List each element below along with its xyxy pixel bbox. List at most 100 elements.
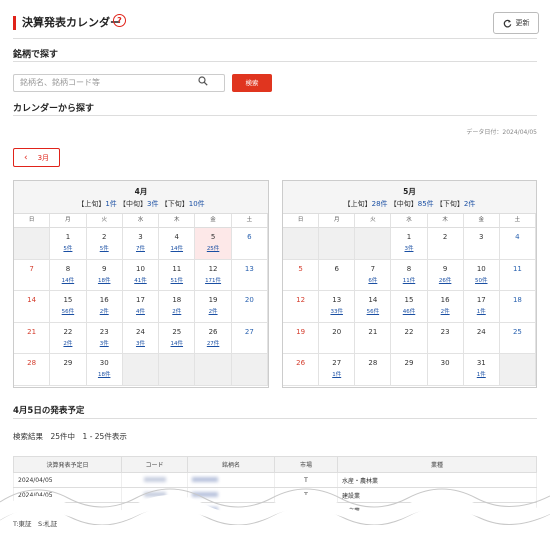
search-heading: 銘柄で探す xyxy=(13,50,59,60)
calendar-day: 23 xyxy=(427,322,464,354)
period-count-link[interactable]: 3件 xyxy=(147,200,158,208)
weekday-header: 火 xyxy=(86,214,123,228)
search-button[interactable]: 検索 xyxy=(232,74,272,92)
calendar-day: 11 51件 xyxy=(159,259,196,291)
divider xyxy=(13,61,537,62)
calendar-day: 22 xyxy=(391,322,428,354)
calendar-day: 28 xyxy=(14,354,51,386)
announcement-count-link[interactable]: 51件 xyxy=(159,276,194,284)
announcement-count-link[interactable]: 2件 xyxy=(195,307,230,315)
calendar-day: 4 xyxy=(499,228,536,260)
day-number: 9 xyxy=(101,264,107,273)
day-number: 11 xyxy=(172,264,182,273)
announcement-count-link[interactable]: 1件 xyxy=(319,370,354,378)
period-summary: 【上旬】1件 【中旬】3件 【下旬】10件 xyxy=(14,199,268,209)
day-number: 28 xyxy=(27,359,37,367)
announcement-count-link[interactable]: 56件 xyxy=(50,307,85,315)
day-number: 30 xyxy=(440,359,450,367)
period-label: 【下旬】 xyxy=(160,200,189,208)
announcement-count-link[interactable]: 14件 xyxy=(50,276,85,284)
calendar-empty-day xyxy=(195,354,232,386)
day-number: 22 xyxy=(404,327,414,336)
calendar-empty-day xyxy=(159,354,196,386)
period-label: 【上旬】 xyxy=(343,200,372,208)
announcement-count-link[interactable]: 33件 xyxy=(319,307,354,315)
announcement-count-link[interactable]: 56件 xyxy=(355,307,390,315)
refresh-button[interactable]: 更新 xyxy=(493,12,539,34)
calendar-day: 18 xyxy=(499,291,536,323)
weekday-header: 水 xyxy=(391,214,428,228)
search-icon[interactable] xyxy=(198,76,208,89)
calendar-day: 22 2件 xyxy=(50,322,87,354)
announcement-count-link[interactable]: 41件 xyxy=(123,276,158,284)
period-count-link[interactable]: 10件 xyxy=(189,200,205,208)
period-summary: 【上旬】28件 【中旬】85件 【下旬】2件 xyxy=(283,199,536,209)
announcement-count-link[interactable]: 5件 xyxy=(50,244,85,252)
calendar-april: 4月 【上旬】1件 【中旬】3件 【下旬】10件 日月火水木金土 1 5件 2 5件 3 7… xyxy=(13,180,269,388)
announcement-count-link[interactable]: 26件 xyxy=(428,276,463,284)
period-count-link[interactable]: 28件 xyxy=(372,200,388,208)
calendar-day: 17 1件 xyxy=(463,291,500,323)
announcement-count-link[interactable]: 4件 xyxy=(123,307,158,315)
calendar-grid: 日月火水木金土 1 5件 2 5件 3 7件 4 14件 5 25件 6 7 8 14件 9 18件 10 41件 1… xyxy=(14,214,268,386)
market-legend: T:東証 S:札証 xyxy=(13,520,58,528)
day-number: 21 xyxy=(368,327,378,336)
calendar-day: 21 xyxy=(355,322,392,354)
announcement-count-link[interactable]: 6件 xyxy=(355,276,390,284)
period-count-link[interactable]: 1件 xyxy=(105,200,116,208)
announcement-count-link[interactable]: 1件 xyxy=(464,307,499,315)
day-number: 6 xyxy=(334,264,339,273)
announcement-count-link[interactable]: 27件 xyxy=(195,339,230,347)
announcement-count-link[interactable]: 2件 xyxy=(50,339,85,347)
day-number: 5 xyxy=(298,264,303,273)
weekday-header: 日 xyxy=(283,214,320,228)
announcement-count-link[interactable]: 2件 xyxy=(428,307,463,315)
day-number: 2 xyxy=(442,233,448,241)
announcement-count-link[interactable]: 46件 xyxy=(391,307,426,315)
announcement-count-link[interactable]: 14件 xyxy=(159,244,194,252)
announcement-count-link[interactable]: 14件 xyxy=(159,339,194,347)
weekday-header: 木 xyxy=(427,214,464,228)
announcement-count-link[interactable]: 171件 xyxy=(195,276,230,284)
column-header: 業種 xyxy=(337,456,537,473)
announcement-count-link[interactable]: 5件 xyxy=(87,244,122,252)
day-number: 19 xyxy=(296,327,306,336)
announcement-count-link[interactable]: 18件 xyxy=(87,370,122,378)
announcement-count-link[interactable]: 1件 xyxy=(464,370,499,378)
search-input[interactable]: 銘柄名、銘柄コード等 xyxy=(13,74,225,92)
help-icon[interactable]: ? xyxy=(113,14,126,27)
day-number: 26 xyxy=(296,359,306,367)
announcement-count-link[interactable]: 25件 xyxy=(195,244,230,252)
day-number: 20 xyxy=(332,327,342,336)
period-count-link[interactable]: 85件 xyxy=(418,200,434,208)
calendar-day: 16 2件 xyxy=(86,291,123,323)
day-number: 14 xyxy=(368,296,378,304)
announcement-count-link[interactable]: 11件 xyxy=(391,276,426,284)
calendar-day: 29 xyxy=(50,354,87,386)
announcement-count-link[interactable]: 18件 xyxy=(87,276,122,284)
calendar-header: 5月 【上旬】28件 【中旬】85件 【下旬】2件 xyxy=(283,181,536,214)
announcement-count-link[interactable]: 3件 xyxy=(87,339,122,347)
day-number: 10 xyxy=(476,264,486,273)
announcement-count-link[interactable]: 50件 xyxy=(464,276,499,284)
announcement-count-link[interactable]: 3件 xyxy=(391,244,426,252)
announcement-count-link[interactable]: 2件 xyxy=(87,307,122,315)
period-count-link[interactable]: 2件 xyxy=(464,200,475,208)
announcement-count-link[interactable]: 3件 xyxy=(123,339,158,347)
schedule-heading: 4月5日の発表予定 xyxy=(13,406,85,416)
calendar-day: 13 33件 xyxy=(319,291,356,323)
day-number: 1 xyxy=(406,233,412,241)
period-label: 【中旬】 xyxy=(389,200,418,208)
calendar-day: 3 7件 xyxy=(122,228,160,260)
prev-month-button[interactable]: ‹ 3月 xyxy=(13,148,60,167)
day-number: 20 xyxy=(244,296,254,304)
calendar-day: 2 5件 xyxy=(86,228,123,260)
column-header: 銘柄名 xyxy=(187,456,275,473)
announcement-count-link[interactable]: 2件 xyxy=(159,307,194,315)
torn-edge-decoration xyxy=(0,488,550,525)
data-date: データ日付：2024/04/05 xyxy=(466,129,537,136)
announcement-count-link[interactable]: 7件 xyxy=(123,244,158,252)
calendar-day: 30 18件 xyxy=(86,354,123,386)
column-header: 市場 xyxy=(274,456,338,473)
day-number: 17 xyxy=(476,296,486,304)
